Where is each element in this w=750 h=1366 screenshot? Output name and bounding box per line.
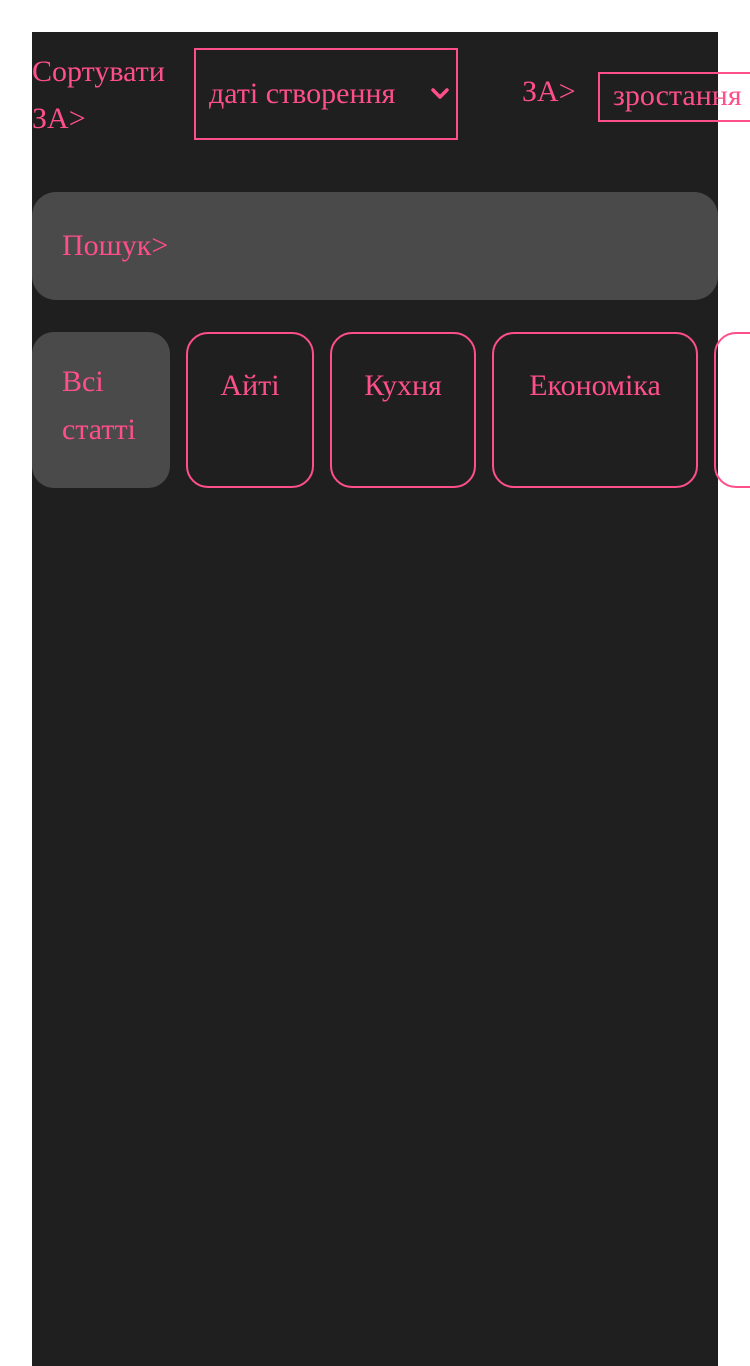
category-tab-label: Кухня [364, 369, 442, 402]
category-tab-all[interactable]: Всі статті [32, 332, 170, 488]
chevron-down-icon [431, 88, 449, 99]
search-input[interactable]: Пошук> [32, 192, 718, 300]
category-tab-label: Всі статті [62, 365, 136, 446]
articles-page: Сортувати ЗА> даті створення ЗА> зростан… [32, 32, 750, 1366]
order-select[interactable]: зростання [598, 72, 750, 122]
category-tab-kitchen[interactable]: Кухня [330, 332, 476, 488]
category-tab-it[interactable]: Айті [186, 332, 314, 488]
order-value: зростання [613, 79, 742, 112]
sort-field-value: даті створення [209, 77, 396, 110]
sort-field-select[interactable]: даті створення [194, 48, 458, 140]
category-tab-economy[interactable]: Економіка [492, 332, 698, 488]
category-tab-label: Айті [220, 369, 280, 402]
sort-label: Сортувати ЗА> [32, 55, 165, 135]
category-tab-partial[interactable] [714, 332, 750, 488]
category-tab-label: Економіка [529, 369, 661, 402]
search-placeholder: Пошук> [62, 229, 169, 262]
order-label: ЗА> [522, 75, 576, 108]
